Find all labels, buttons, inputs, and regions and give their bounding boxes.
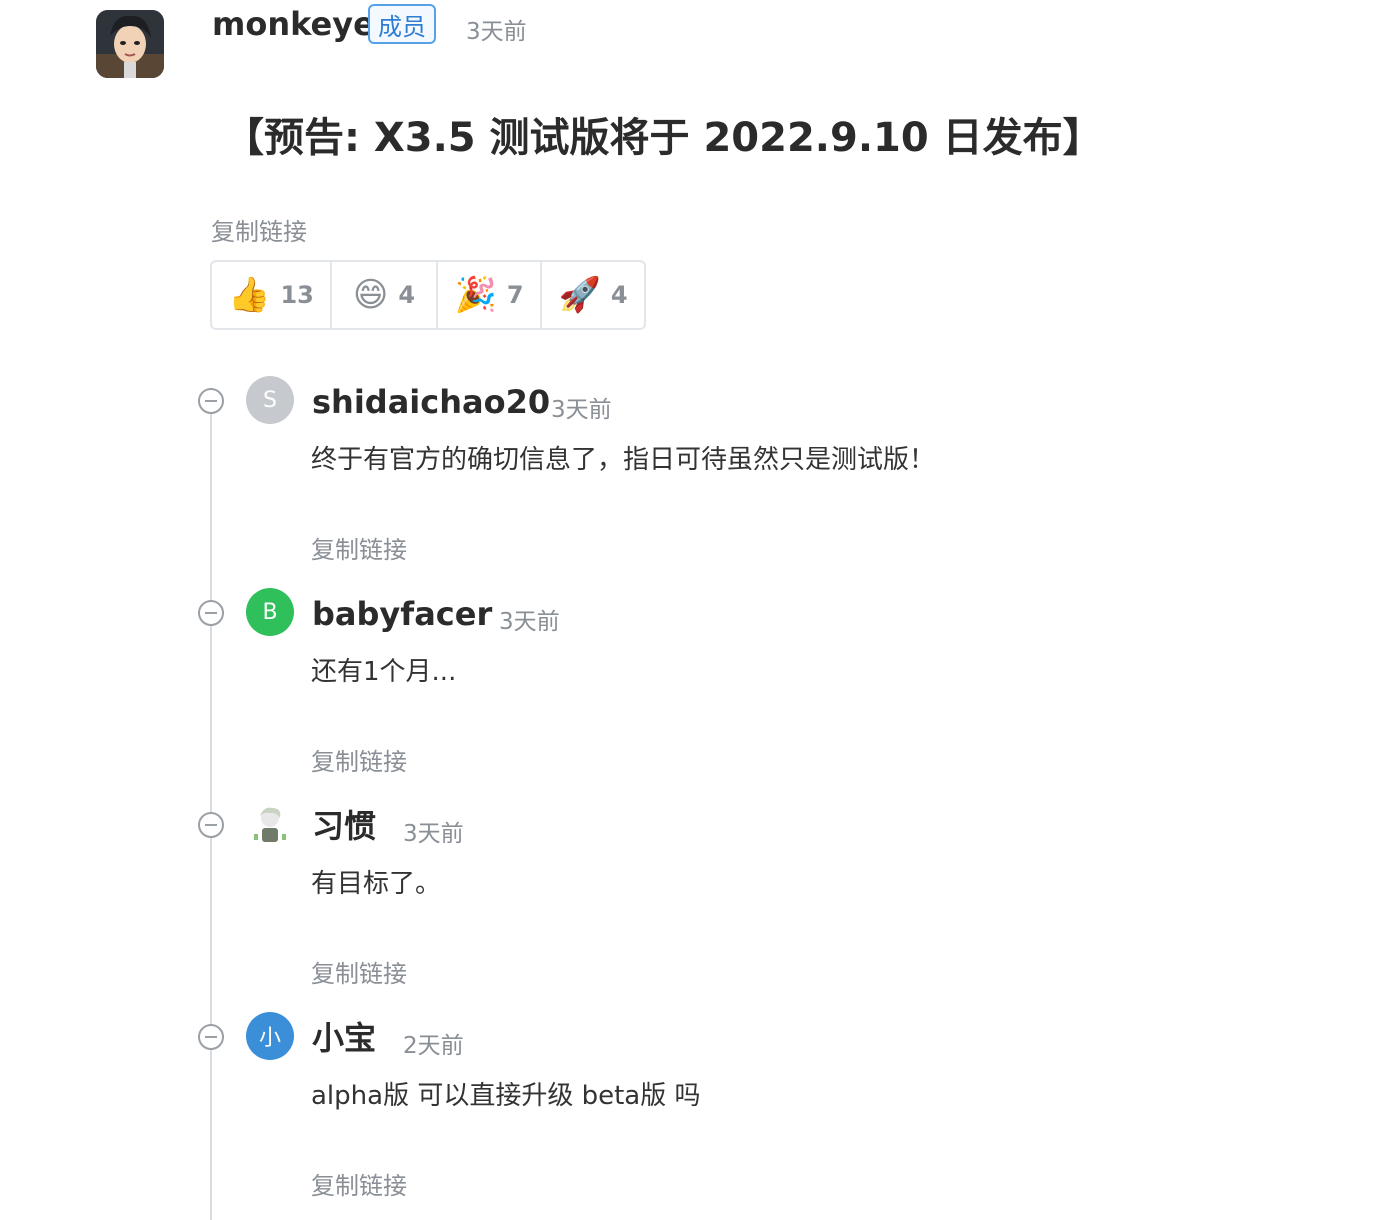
- post-author-name[interactable]: monkeye: [212, 2, 375, 46]
- comment-time: 3天前: [499, 609, 560, 635]
- copy-link-button[interactable]: 复制链接: [311, 530, 407, 565]
- comment-author-name[interactable]: 习惯: [312, 804, 376, 848]
- post-title: 【预告: X3.5 测试版将于 2022.9.10 日发布】: [224, 115, 1103, 161]
- reaction-grinning-face[interactable]: 😄 4: [332, 262, 438, 328]
- comment-author-name[interactable]: 小宝: [312, 1016, 376, 1060]
- comment-body: 还有1个月...: [311, 657, 457, 687]
- avatar[interactable]: B: [246, 588, 294, 636]
- member-badge: 成员: [368, 4, 436, 44]
- collapse-toggle-icon[interactable]: [198, 388, 224, 414]
- rocket-icon: 🚀: [558, 275, 601, 315]
- comment-body: 终于有官方的确切信息了，指日可待虽然只是测试版！: [311, 445, 936, 475]
- copy-link-button[interactable]: 复制链接: [311, 1166, 407, 1201]
- comment-author-name[interactable]: babyfacer: [312, 592, 492, 636]
- copy-link-button[interactable]: 复制链接: [311, 954, 407, 989]
- comment-time: 3天前: [551, 397, 612, 423]
- avatar[interactable]: S: [246, 376, 294, 424]
- author-avatar[interactable]: [96, 10, 164, 78]
- reaction-count: 4: [610, 281, 628, 309]
- avatar[interactable]: [250, 804, 290, 844]
- reaction-count: 7: [506, 281, 524, 309]
- reaction-thumbs-up[interactable]: 👍 13: [212, 262, 332, 328]
- comment-body: 有目标了。: [311, 869, 442, 899]
- reaction-rocket[interactable]: 🚀 4: [542, 262, 644, 328]
- copy-link-button[interactable]: 复制链接: [311, 742, 407, 777]
- copy-link-button[interactable]: 复制链接: [211, 212, 307, 247]
- thumbs-up-icon: 👍: [228, 275, 271, 315]
- comment-time: 3天前: [403, 821, 464, 847]
- avatar-letter: B: [262, 599, 278, 625]
- comment-author-name[interactable]: shidaichao20: [312, 380, 550, 424]
- reaction-count: 4: [398, 281, 416, 309]
- post-time: 3天前: [466, 19, 527, 45]
- collapse-toggle-icon[interactable]: [198, 812, 224, 838]
- avatar-letter: S: [263, 387, 277, 413]
- party-popper-icon: 🎉: [454, 275, 497, 315]
- comment-body: alpha版 可以直接升级 beta版 吗: [311, 1081, 701, 1111]
- reaction-party-popper[interactable]: 🎉 7: [438, 262, 542, 328]
- collapse-toggle-icon[interactable]: [198, 600, 224, 626]
- reaction-count: 13: [280, 281, 314, 309]
- collapse-toggle-icon[interactable]: [198, 1024, 224, 1050]
- avatar[interactable]: 小: [246, 1012, 294, 1060]
- grinning-face-icon: 😄: [352, 275, 389, 315]
- reactions-bar: 👍 13 😄 4 🎉 7 🚀 4: [210, 260, 646, 330]
- comment-time: 2天前: [403, 1033, 464, 1059]
- avatar-letter: 小: [258, 1026, 281, 1051]
